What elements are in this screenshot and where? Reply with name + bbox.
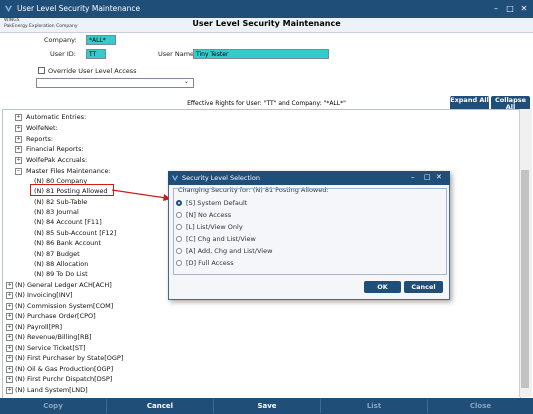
maximize-icon[interactable]: □ bbox=[503, 2, 517, 15]
close-icon[interactable]: ✕ bbox=[517, 2, 531, 15]
expand-icon[interactable]: + bbox=[15, 114, 22, 121]
radio-no-access[interactable] bbox=[176, 212, 182, 218]
tree-module-item[interactable]: (N) Purchase Order[CPO] bbox=[15, 312, 96, 320]
radio-add-chg-list-view[interactable] bbox=[176, 248, 182, 254]
tree-module-item[interactable]: (N) Service Ticket[ST] bbox=[15, 344, 86, 352]
override-dropdown[interactable] bbox=[36, 78, 194, 88]
annotation-highlight-box bbox=[30, 184, 114, 196]
expand-icon[interactable]: + bbox=[15, 136, 22, 143]
tree-item[interactable]: Master Files Maintenance: bbox=[26, 167, 111, 175]
expand-icon[interactable]: + bbox=[15, 125, 22, 132]
expand-icon[interactable]: + bbox=[6, 313, 13, 320]
expand-icon[interactable]: + bbox=[15, 146, 22, 153]
override-label: Override User Level Access bbox=[48, 67, 137, 75]
tree-module-item[interactable]: (N) General Ledger ACH[ACH] bbox=[15, 281, 112, 289]
company-label: Company: bbox=[44, 36, 77, 44]
collapse-icon[interactable]: − bbox=[15, 168, 22, 175]
save-button[interactable]: Save bbox=[214, 399, 320, 413]
maximize-icon[interactable]: □ bbox=[424, 173, 431, 181]
radio-full-access[interactable] bbox=[176, 260, 182, 266]
app-icon bbox=[4, 5, 13, 13]
cancel-button[interactable]: Cancel bbox=[404, 281, 443, 293]
dialog-title: Security Level Selection bbox=[182, 174, 260, 182]
minimize-icon[interactable]: – bbox=[489, 2, 503, 15]
chevron-down-icon[interactable]: ⌄ bbox=[184, 78, 189, 85]
tree-module-item[interactable]: (N) Oil & Gas Production[OGP] bbox=[15, 365, 113, 373]
tree-item[interactable]: WolfePak Accruals: bbox=[26, 156, 87, 164]
expand-icon[interactable]: + bbox=[6, 345, 13, 352]
expand-icon[interactable]: + bbox=[6, 334, 13, 341]
copy-button[interactable]: Copy bbox=[0, 399, 106, 413]
tree-child-item[interactable]: (N) 89 To Do List bbox=[34, 270, 88, 278]
option-label: [L] List/View Only bbox=[186, 223, 243, 231]
tree-child-item[interactable]: (N) 84 Account [F11] bbox=[34, 218, 102, 226]
app-icon bbox=[171, 175, 179, 182]
radio-list-view-only[interactable] bbox=[176, 224, 182, 230]
user-id-label: User ID: bbox=[50, 50, 76, 58]
user-name-label: User Name: bbox=[158, 50, 197, 58]
tree-item[interactable]: Financial Reports: bbox=[26, 145, 84, 153]
tree-item[interactable]: Reports: bbox=[26, 135, 53, 143]
tree-item[interactable]: Automatic Entries: bbox=[26, 113, 86, 121]
ok-button[interactable]: OK bbox=[364, 281, 401, 293]
tree-module-item[interactable]: (N) Revenue/Billing[RB] bbox=[15, 333, 91, 341]
tree-module-item[interactable]: (N) First Purchr Dispatch[DSP] bbox=[15, 375, 112, 383]
company-field[interactable]: *ALL* bbox=[86, 35, 116, 45]
window-title-bar: User Level Security Maintenance – □ ✕ bbox=[0, 0, 533, 18]
close-button[interactable]: Close bbox=[428, 399, 533, 413]
tree-module-item[interactable]: (N) Commission System[COM] bbox=[15, 302, 113, 310]
expand-icon[interactable]: + bbox=[15, 157, 22, 164]
tree-module-item[interactable]: (N) Land System[LND] bbox=[15, 386, 88, 394]
tree-module-item[interactable]: (N) Invoicing[INV] bbox=[15, 291, 73, 299]
override-checkbox[interactable] bbox=[38, 67, 45, 74]
expand-all-button[interactable]: Expand All bbox=[450, 96, 489, 110]
tree-child-item[interactable]: (N) 83 Journal bbox=[34, 208, 79, 216]
list-button[interactable]: List bbox=[321, 399, 427, 413]
tree-child-item[interactable]: (N) 87 Budget bbox=[34, 250, 80, 258]
expand-icon[interactable]: + bbox=[6, 355, 13, 362]
option-label: [C] Chg and List/View bbox=[186, 235, 256, 243]
collapse-all-button[interactable]: Collapse All bbox=[491, 96, 530, 110]
expand-icon[interactable]: + bbox=[6, 282, 13, 289]
option-label: [S] System Default bbox=[186, 199, 248, 207]
user-name-field[interactable]: Tiny Tester bbox=[193, 49, 329, 59]
option-label: [D] Full Access bbox=[186, 259, 234, 267]
tree-module-item[interactable]: (N) Payroll[PR] bbox=[15, 323, 62, 331]
close-icon[interactable]: ✕ bbox=[436, 173, 442, 181]
annotation-arrow bbox=[111, 189, 171, 201]
radio-system-default[interactable] bbox=[176, 200, 182, 206]
window-title: User Level Security Maintenance bbox=[17, 4, 141, 13]
scrollbar-thumb[interactable] bbox=[521, 170, 529, 388]
tree-module-item[interactable]: (N) First Purchaser by State[OGP] bbox=[15, 354, 123, 362]
user-id-field[interactable]: TT bbox=[86, 49, 106, 59]
tree-child-item[interactable]: (N) 82 Sub-Table bbox=[34, 198, 87, 206]
cancel-toolbar-button[interactable]: Cancel bbox=[107, 399, 213, 413]
expand-icon[interactable]: + bbox=[6, 376, 13, 383]
tree-child-item[interactable]: (N) 88 Allocation bbox=[34, 260, 88, 268]
radio-chg-list-view[interactable] bbox=[176, 236, 182, 242]
tree-child-item[interactable]: (N) 85 Sub-Account [F12] bbox=[34, 229, 116, 237]
option-label: [N] No Access bbox=[186, 211, 232, 219]
dialog-title-bar: Security Level Selection – □ ✕ bbox=[168, 171, 450, 185]
tree-child-item[interactable]: (N) 86 Bank Account bbox=[34, 239, 101, 247]
option-label: [A] Add, Chg and List/View bbox=[186, 247, 273, 255]
expand-icon[interactable]: + bbox=[6, 324, 13, 331]
expand-icon[interactable]: + bbox=[6, 303, 13, 310]
minimize-icon[interactable]: – bbox=[411, 173, 415, 181]
expand-icon[interactable]: + bbox=[6, 292, 13, 299]
tree-item[interactable]: WolfeNet: bbox=[26, 124, 58, 132]
expand-icon[interactable]: + bbox=[6, 387, 13, 394]
page-title: User Level Security Maintenance bbox=[192, 19, 341, 28]
expand-icon[interactable]: + bbox=[6, 366, 13, 373]
